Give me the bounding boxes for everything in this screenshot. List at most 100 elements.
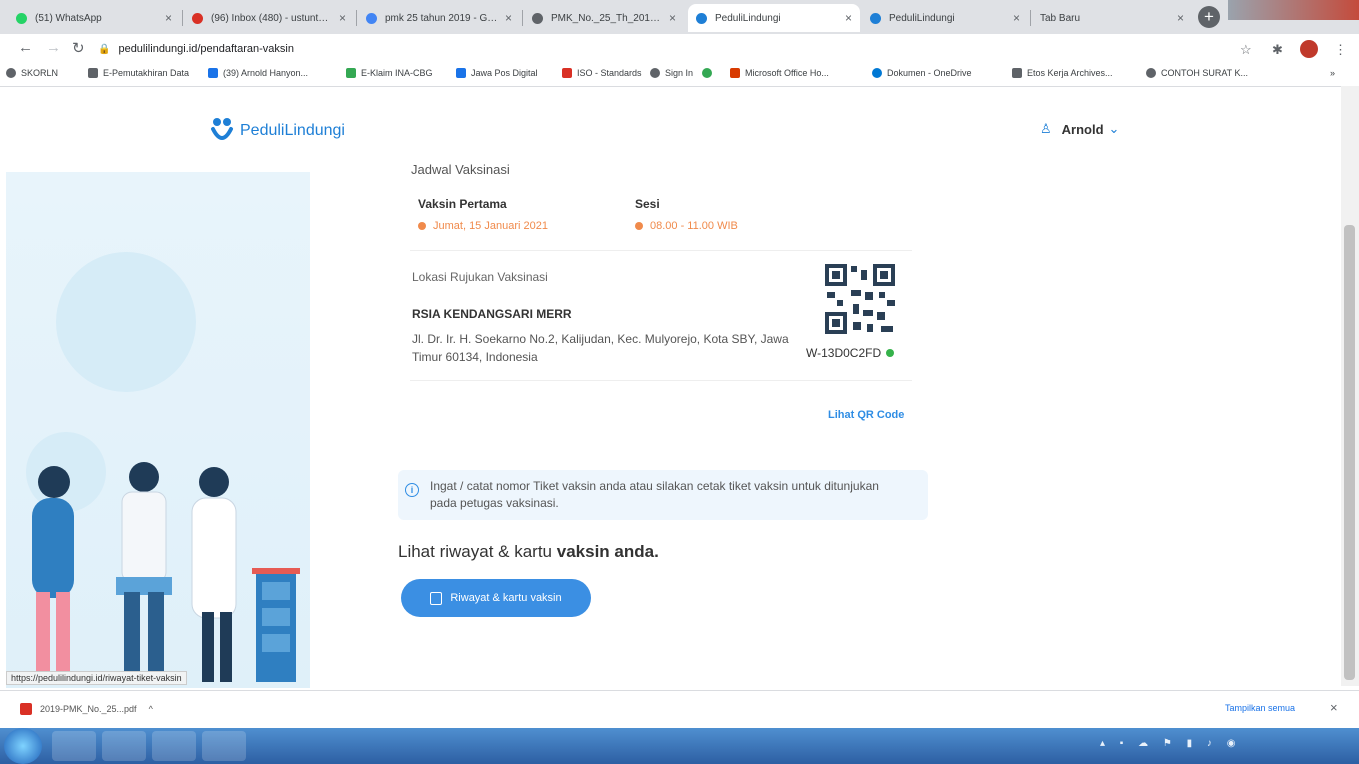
menu-icon[interactable]: ⋮	[1334, 42, 1347, 58]
pedulilindungi-logo-icon	[211, 118, 233, 140]
star-icon[interactable]: ☆	[1240, 42, 1252, 58]
bookmark-icon	[650, 68, 660, 78]
pedulilindungi-icon	[696, 12, 707, 24]
show-all-downloads-link[interactable]: Tampilkan semua	[1225, 703, 1295, 713]
bookmarks-more[interactable]: »	[1330, 68, 1335, 78]
chevron-down-icon: ⌄	[1108, 121, 1120, 136]
info-icon: i	[405, 483, 419, 497]
vaccination-illustration	[6, 172, 310, 688]
site-logo[interactable]: PeduliLindungi	[210, 117, 345, 145]
user-menu[interactable]: ♙ Arnold ⌄	[1040, 121, 1119, 137]
tab-google-search[interactable]: pmk 25 tahun 2019 - Go... ×	[358, 4, 520, 32]
close-icon[interactable]: ×	[505, 11, 512, 25]
bookmark-item[interactable]: Dokumen - OneDrive	[872, 68, 972, 78]
bookmark-item[interactable]: E-Klaim INA-CBG	[346, 68, 433, 78]
onedrive-icon	[872, 68, 882, 78]
history-heading: Lihat riwayat & kartu vaksin anda.	[398, 542, 659, 561]
bookmark-item[interactable]: E-Pemutakhiran Data	[88, 68, 189, 78]
back-icon[interactable]: ←	[18, 39, 33, 56]
tab-new-tab[interactable]: Tab Baru ×	[1032, 4, 1192, 32]
forward-icon[interactable]: →	[46, 39, 61, 56]
download-shelf: 2019-PMK_No._25...pdf ^ Tampilkan semua …	[0, 690, 1359, 729]
pedulilindungi-icon	[870, 12, 881, 24]
info-banner: i Ingat / catat nomor Tiket vaksin anda …	[398, 470, 928, 520]
tab-whatsapp[interactable]: (51) WhatsApp ×	[8, 4, 180, 32]
status-dot-icon	[418, 222, 426, 231]
bookmark-icon	[88, 68, 98, 78]
bookmark-item[interactable]	[702, 68, 717, 78]
close-icon[interactable]: ×	[669, 11, 676, 25]
browser-tab-strip: (51) WhatsApp × (96) Inbox (480) - ustun…	[0, 0, 1359, 34]
bookmark-icon	[562, 68, 572, 78]
divider	[410, 250, 912, 251]
mail-icon	[192, 12, 203, 24]
new-tab-button[interactable]: +	[1198, 6, 1220, 28]
download-item[interactable]: 2019-PMK_No._25...pdf ^	[20, 703, 153, 715]
bookmark-item[interactable]: SKORLN	[6, 68, 58, 78]
close-icon[interactable]: ×	[1330, 700, 1338, 715]
explorer-taskbar-icon[interactable]	[102, 731, 146, 761]
bookmark-icon	[208, 68, 218, 78]
card-icon	[430, 591, 443, 605]
window-controls[interactable]	[1228, 0, 1359, 20]
address-bar[interactable]: 🔒 pedulilindungi.id/pendaftaran-vaksin	[98, 38, 1208, 60]
scrollbar-thumb[interactable]	[1344, 225, 1355, 680]
close-icon[interactable]: ×	[165, 11, 172, 25]
powerpoint-taskbar-icon[interactable]	[202, 731, 246, 761]
bookmark-item[interactable]: Sign In	[650, 68, 693, 78]
bookmarks-bar: SKORLN E-Pemutakhiran Data (39) Arnold H…	[0, 64, 1359, 87]
location-address: Jl. Dr. Ir. H. Soekarno No.2, Kalijudan,…	[412, 332, 789, 364]
profile-avatar[interactable]	[1300, 40, 1318, 58]
tab-inbox[interactable]: (96) Inbox (480) - ustuntalud... ×	[184, 4, 354, 32]
close-icon[interactable]: ×	[845, 11, 852, 25]
section-title: Jadwal Vaksinasi	[411, 162, 510, 177]
close-icon[interactable]: ×	[1013, 11, 1020, 25]
bookmark-icon	[1146, 68, 1156, 78]
tab-pedulilindungi-active[interactable]: PeduliLindungi ×	[688, 4, 860, 32]
bookmark-item[interactable]: Etos Kerja Archives...	[1012, 68, 1113, 78]
bookmark-item[interactable]: Jawa Pos Digital	[456, 68, 538, 78]
folder-taskbar-icon[interactable]	[152, 731, 196, 761]
bookmark-icon	[346, 68, 356, 78]
vaccine-history-button[interactable]: Riwayat & kartu vaksin	[401, 579, 591, 617]
close-icon[interactable]: ×	[339, 11, 346, 25]
bookmark-item[interactable]: (39) Arnold Hanyon...	[208, 68, 308, 78]
reload-icon[interactable]: ↻	[72, 39, 85, 57]
pdf-file-icon	[20, 703, 32, 715]
view-qr-code-link[interactable]: Lihat QR Code	[828, 409, 904, 421]
bookmark-icon	[1012, 68, 1022, 78]
browser-toolbar: ← → ↻ 🔒 pedulilindungi.id/pendaftaran-vak…	[0, 34, 1359, 64]
chrome-taskbar-icon[interactable]	[52, 731, 96, 761]
bookmark-icon	[702, 68, 712, 78]
system-tray[interactable]: ▴ ▪ ☁ ⚑ ▮ ♪ ◉	[1100, 738, 1241, 749]
google-icon	[366, 12, 377, 24]
status-dot-icon	[635, 222, 643, 231]
tab-pmk-pdf[interactable]: PMK_No._25_Th_2019_tt... ×	[524, 4, 684, 32]
bookmark-item[interactable]: Microsoft Office Ho...	[730, 68, 829, 78]
extensions-icon[interactable]: ✱	[1272, 42, 1283, 58]
user-name: Arnold	[1061, 121, 1104, 137]
bookmark-icon	[6, 68, 16, 78]
divider	[410, 380, 912, 381]
close-icon[interactable]: ×	[1177, 11, 1184, 25]
whatsapp-icon	[16, 12, 27, 24]
user-icon: ♙	[1040, 121, 1052, 136]
bookmark-item[interactable]: CONTOH SURAT K...	[1146, 68, 1248, 78]
start-button[interactable]	[4, 728, 42, 764]
location-label: Lokasi Rujukan Vaksinasi	[412, 270, 548, 284]
bookmark-icon	[456, 68, 466, 78]
office-icon	[730, 68, 740, 78]
tab-pedulilindungi[interactable]: PeduliLindungi ×	[862, 4, 1028, 32]
location-name: RSIA KENDANGSARI MERR	[412, 307, 572, 321]
globe-icon	[532, 12, 543, 24]
verified-dot-icon	[886, 349, 895, 357]
info-text: Ingat / catat nomor Tiket vaksin anda at…	[430, 479, 879, 510]
bookmark-item[interactable]: ISO - Standards	[562, 68, 642, 78]
session-label: Sesi	[635, 197, 660, 211]
windows-taskbar: ▴ ▪ ☁ ⚑ ▮ ♪ ◉	[0, 728, 1359, 764]
qr-code-icon[interactable]	[823, 262, 897, 336]
session-time: 08.00 - 11.00 WIB	[635, 220, 738, 232]
chevron-up-icon[interactable]: ^	[149, 704, 153, 714]
lock-icon: 🔒	[98, 44, 111, 55]
illustration-graphic	[26, 252, 300, 682]
